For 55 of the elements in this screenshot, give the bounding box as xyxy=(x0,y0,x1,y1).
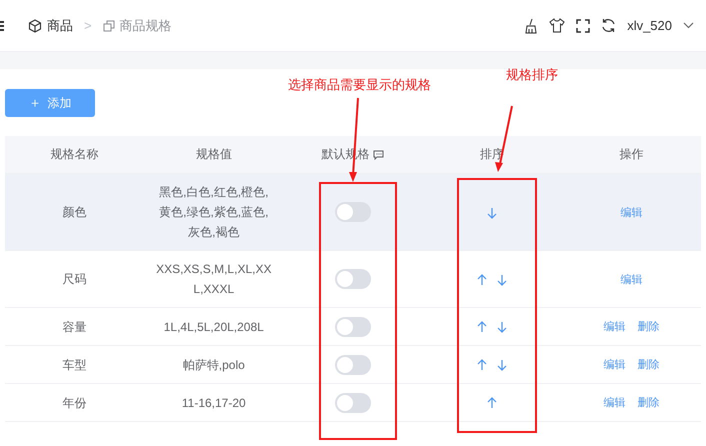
menu-icon[interactable] xyxy=(0,20,4,32)
toggle-switch[interactable] xyxy=(334,392,371,413)
action-link[interactable]: 删除 xyxy=(637,355,660,375)
breadcrumb-item[interactable]: 商品 xyxy=(47,16,73,34)
toggle-switch[interactable] xyxy=(334,316,371,337)
breadcrumb-item[interactable]: 商品规格 xyxy=(120,16,172,34)
table-cell-text: 1L,4L,5L,20L,208L xyxy=(162,318,265,336)
column-header: 操作 xyxy=(619,147,644,161)
column-header: 规格值 xyxy=(196,147,232,161)
action-link[interactable]: 编辑 xyxy=(603,355,626,375)
table-cell: 车型 xyxy=(62,358,87,372)
action-link[interactable]: 删除 xyxy=(637,317,660,337)
table-cell: 年份 xyxy=(62,396,87,410)
action-link[interactable]: 编辑 xyxy=(603,317,626,337)
copy-icon xyxy=(102,20,115,32)
fullscreen-icon[interactable] xyxy=(576,18,590,32)
table-row[interactable]: 容量 1L,4L,5L,20L,208L 编辑 删除 xyxy=(5,308,701,346)
action-link[interactable]: 编辑 xyxy=(620,270,642,290)
arrow-up-icon[interactable] xyxy=(477,359,488,372)
arrow-up-icon[interactable] xyxy=(477,274,488,286)
action-link[interactable]: 编辑 xyxy=(603,393,626,413)
table-row[interactable]: 年份 11-16,17-20 编辑 删除 xyxy=(5,384,701,422)
chevron-down-icon[interactable] xyxy=(683,22,694,29)
arrow-down-icon[interactable] xyxy=(497,321,508,334)
table-cell-text: 11-16,17-20 xyxy=(180,394,247,412)
refresh-icon[interactable] xyxy=(601,18,616,33)
table-row[interactable]: 车型 帕萨特,polo 编辑 删除 xyxy=(5,346,701,384)
arrow-up-icon[interactable] xyxy=(477,321,488,334)
box-icon xyxy=(28,18,42,32)
table-row[interactable]: 尺码 XXS,XS,S,M,L,XL,XXL,XXXL 编辑 xyxy=(5,250,701,308)
table-cell: 容量 xyxy=(62,320,87,334)
arrow-up-icon[interactable] xyxy=(487,397,498,410)
table-row[interactable]: 颜色 黑色,白色,红色,橙色,黄色,绿色,紫色,蓝色,灰色,褐色 编辑 xyxy=(5,174,701,250)
action-link[interactable]: 删除 xyxy=(637,393,660,413)
table-cell-text: XXS,XS,S,M,L,XL,XXL,XXXL xyxy=(155,261,272,298)
username[interactable]: xlv_520 xyxy=(627,18,672,33)
arrow-down-icon[interactable] xyxy=(497,359,508,372)
table-cell: 尺码 xyxy=(62,272,87,286)
breadcrumb-separator: > xyxy=(84,18,92,33)
table-cell: 颜色 xyxy=(62,205,87,219)
toggle-switch[interactable] xyxy=(334,354,371,375)
annotation-text: 规格排序 xyxy=(506,66,558,84)
comment-icon[interactable] xyxy=(373,150,384,160)
shirt-icon[interactable] xyxy=(549,18,566,33)
arrow-down-icon[interactable] xyxy=(487,206,498,219)
table-cell-text: 帕萨特,polo xyxy=(182,356,246,374)
action-link[interactable]: 编辑 xyxy=(620,202,642,222)
toggle-switch[interactable] xyxy=(334,202,371,222)
arrow-down-icon[interactable] xyxy=(497,274,508,286)
toggle-switch[interactable] xyxy=(334,269,371,290)
table-cell-text: 黑色,白色,红色,橙色,黄色,绿色,紫色,蓝色,灰色,褐色 xyxy=(158,184,270,241)
column-header: 规格名称 xyxy=(50,147,99,161)
add-button[interactable]: ＋ 添加 xyxy=(5,89,95,117)
broom-icon[interactable] xyxy=(524,18,538,34)
annotation-text: 选择商品需要显示的规格 xyxy=(288,76,431,94)
